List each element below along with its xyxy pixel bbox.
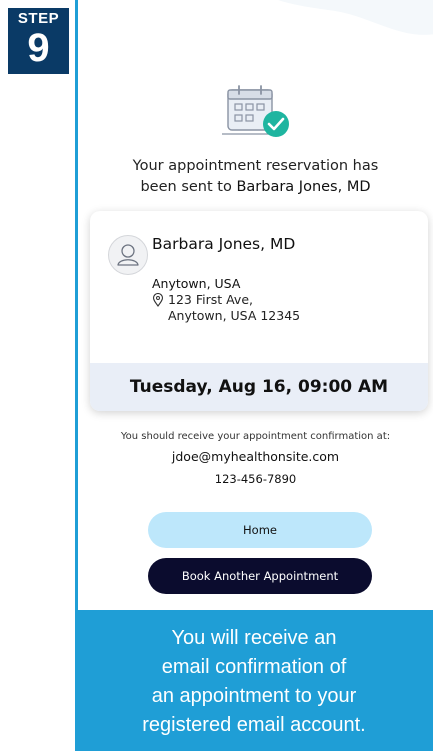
- confirmation-note: You should receive your appointment conf…: [120, 431, 391, 442]
- calendar-check-icon: [222, 85, 289, 137]
- address-line1: 123 First Ave,: [168, 292, 253, 307]
- address-line2: Anytown, USA 12345: [168, 308, 301, 323]
- headline-line2: been sent to Barbara Jones, MD: [78, 177, 433, 198]
- caption-line2: email confirmation of: [161, 656, 347, 678]
- step-label: STEP: [17, 10, 60, 27]
- headline-doctor-name: Barbara Jones, MD: [236, 179, 371, 195]
- confirmation-email: jdoe@myhealthonsite.com: [171, 449, 340, 464]
- appointment-card: Barbara Jones, MD Anytown, USA 123 First…: [90, 211, 428, 411]
- step-caption: You will receive an email confirmation o…: [75, 610, 433, 751]
- home-button[interactable]: Home: [148, 512, 372, 548]
- caption-line3: an appointment to your: [151, 685, 357, 707]
- doctor-name: Barbara Jones, MD: [152, 235, 296, 253]
- book-another-appointment-button[interactable]: Book Another Appointment: [148, 558, 372, 594]
- step-number: 9: [27, 26, 50, 70]
- doctor-city: Anytown, USA: [152, 276, 241, 291]
- confirmation-phone: 123-456-7890: [214, 472, 297, 486]
- headline-line1: Your appointment reservation has: [132, 158, 379, 174]
- appointment-datetime: Tuesday, Aug 16, 09:00 AM: [90, 363, 428, 411]
- location-pin-icon: [152, 293, 164, 307]
- step-badge: STEP 9: [8, 8, 69, 74]
- user-avatar-icon: [108, 235, 148, 275]
- caption-line1: You will receive an: [171, 627, 337, 649]
- top-wave-decoration: [278, 0, 433, 35]
- confirmation-headline: Your appointment reservation has been se…: [78, 156, 433, 198]
- headline-line2-prefix: been sent to: [140, 179, 237, 195]
- caption-line4: registered email account.: [142, 714, 366, 736]
